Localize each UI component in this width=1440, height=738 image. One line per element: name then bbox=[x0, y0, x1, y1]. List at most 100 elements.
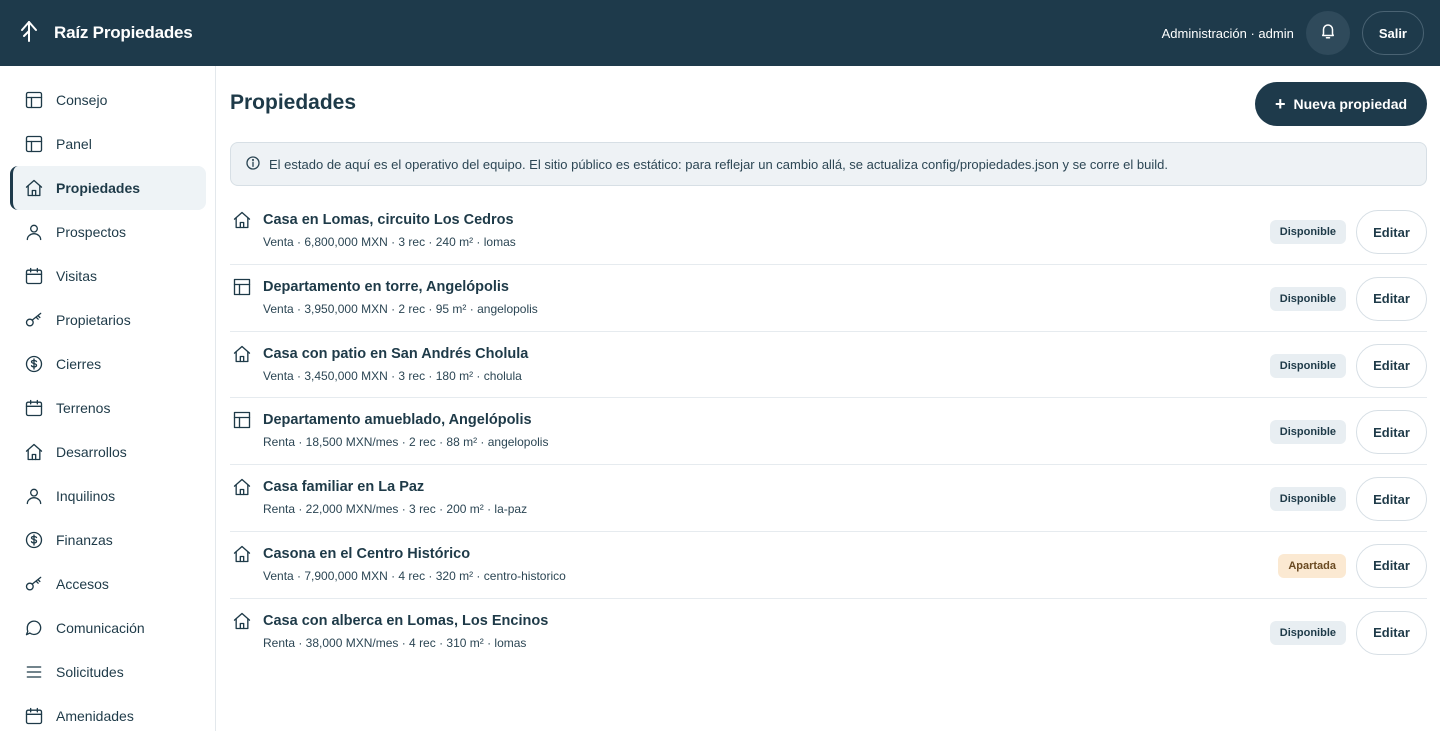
house-icon bbox=[13, 178, 44, 198]
user-icon bbox=[10, 222, 44, 242]
logo-icon bbox=[18, 19, 40, 48]
sidebar-item-desarrollos[interactable]: Desarrollos bbox=[10, 430, 206, 474]
status-badge: Disponible bbox=[1269, 353, 1346, 378]
calendar-icon bbox=[10, 398, 44, 418]
sidebar-item-label: Prospectos bbox=[56, 224, 127, 240]
sidebar-item-finanzas[interactable]: Finanzas bbox=[10, 518, 206, 562]
edit-button[interactable]: Editar bbox=[1356, 610, 1427, 655]
property-row: Casona en el Centro Histórico Venta · 7,9… bbox=[230, 532, 1427, 599]
sidebar-item-accesos[interactable]: Accesos bbox=[10, 562, 206, 606]
sidebar-item-label: Finanzas bbox=[56, 532, 113, 548]
sidebar-item-label: Terrenos bbox=[56, 400, 111, 416]
notice-text: El estado de aquí es el operativo del eq… bbox=[269, 156, 1168, 172]
sidebar-item-label: Amenidades bbox=[56, 708, 134, 724]
page-title: Propiedades bbox=[230, 91, 357, 114]
plus-icon: + bbox=[1274, 94, 1286, 114]
key-icon bbox=[10, 310, 44, 330]
house-icon bbox=[232, 477, 252, 497]
property-meta: Venta · 7,900,000 MXN · 4 rec · 320 m² ·… bbox=[263, 568, 566, 583]
edit-button[interactable]: Editar bbox=[1356, 543, 1427, 588]
dollar-icon bbox=[10, 354, 44, 374]
list-icon bbox=[10, 662, 44, 682]
property-title: Departamento en torre, Angelópolis bbox=[263, 278, 509, 295]
sidebar-item-label: Comunicación bbox=[56, 620, 145, 636]
sidebar-item-label: Inquilinos bbox=[56, 488, 116, 504]
sidebar-item-prospectos[interactable]: Prospectos bbox=[10, 210, 206, 254]
sidebar-item-label: Consejo bbox=[56, 92, 108, 108]
edit-button[interactable]: Editar bbox=[1356, 276, 1427, 321]
house-icon bbox=[232, 611, 252, 631]
new-property-label: Nueva propiedad bbox=[1293, 96, 1408, 112]
sidebar-item-cierres[interactable]: Cierres bbox=[10, 342, 206, 386]
property-row: Casa en Lomas, circuito Los Cedros Venta … bbox=[230, 198, 1427, 265]
property-meta: Venta · 6,800,000 MXN · 3 rec · 240 m² ·… bbox=[263, 235, 516, 249]
sidebar-item-label: Solicitudes bbox=[56, 664, 124, 680]
property-title: Casa con alberca en Lomas, Los Encinos bbox=[263, 612, 549, 629]
house-icon bbox=[232, 344, 252, 364]
user-icon bbox=[10, 486, 44, 506]
new-property-button[interactable]: + Nueva propiedad bbox=[1255, 82, 1427, 126]
property-row: Casa con patio en San Andrés Cholula Vent… bbox=[230, 332, 1427, 399]
status-badge: Disponible bbox=[1269, 220, 1346, 244]
sidebar-item-label: Desarrollos bbox=[56, 444, 127, 460]
layout-icon bbox=[10, 134, 44, 154]
sidebar-item-panel[interactable]: Panel bbox=[10, 122, 206, 166]
house-icon bbox=[232, 544, 252, 564]
status-badge: Disponible bbox=[1269, 420, 1346, 445]
sidebar-item-label: Accesos bbox=[56, 576, 109, 592]
calendar-icon bbox=[10, 706, 44, 726]
sidebar-item-amenidades[interactable]: Amenidades bbox=[10, 694, 206, 738]
status-badge: Disponible bbox=[1269, 286, 1346, 311]
property-row: Departamento en torre, Angelópolis Venta … bbox=[230, 265, 1427, 332]
sidebar-item-propiedades[interactable]: Propiedades bbox=[10, 166, 206, 210]
sidebar-item-visitas[interactable]: Visitas bbox=[10, 254, 206, 298]
building-icon bbox=[232, 410, 252, 430]
info-notice: El estado de aquí es el operativo del eq… bbox=[230, 142, 1427, 186]
building-icon bbox=[232, 277, 252, 297]
notifications-button[interactable] bbox=[1305, 11, 1350, 55]
house-icon bbox=[232, 210, 252, 230]
sidebar-item-terrenos[interactable]: Terrenos bbox=[10, 386, 206, 430]
top-bar: Raíz Propiedades Administración · admin … bbox=[0, 0, 1440, 66]
sidebar-item-propietarios[interactable]: Propietarios bbox=[10, 298, 206, 342]
sidebar: Consejo Panel Propiedades Prospectos Visitas… bbox=[0, 66, 216, 731]
property-meta: Renta · 18,500 MXN/mes · 2 rec · 88 m² ·… bbox=[263, 435, 549, 450]
layout-icon bbox=[10, 90, 44, 110]
sidebar-item-label: Panel bbox=[56, 136, 92, 152]
property-meta: Venta · 3,450,000 MXN · 3 rec · 180 m² ·… bbox=[263, 368, 522, 383]
bell-icon bbox=[1319, 22, 1337, 45]
property-title: Casona en el Centro Histórico bbox=[263, 545, 471, 562]
sidebar-item-solicitudes[interactable]: Solicitudes bbox=[10, 650, 206, 694]
edit-button[interactable]: Editar bbox=[1356, 210, 1427, 254]
edit-button[interactable]: Editar bbox=[1356, 410, 1427, 455]
property-row: Casa con alberca en Lomas, Los Encinos Re… bbox=[230, 599, 1427, 666]
brand-name: Raíz Propiedades bbox=[54, 23, 193, 42]
sidebar-item-label: Propiedades bbox=[56, 180, 141, 196]
property-title: Casa familiar en La Paz bbox=[263, 479, 425, 496]
sidebar-item-label: Visitas bbox=[56, 268, 97, 284]
edit-button[interactable]: Editar bbox=[1356, 343, 1427, 388]
chat-icon bbox=[10, 618, 44, 638]
property-meta: Renta · 22,000 MXN/mes · 3 rec · 200 m² … bbox=[263, 502, 528, 517]
status-badge: Disponible bbox=[1269, 487, 1346, 512]
sidebar-item-label: Propietarios bbox=[56, 312, 131, 328]
calendar-icon bbox=[10, 266, 44, 286]
key-icon bbox=[10, 574, 44, 594]
logout-button[interactable]: Salir bbox=[1361, 11, 1424, 55]
status-badge: Disponible bbox=[1269, 620, 1346, 645]
property-title: Casa con patio en San Andrés Cholula bbox=[263, 345, 529, 362]
user-role: Administración · admin bbox=[1161, 25, 1294, 41]
property-meta: Renta · 38,000 MXN/mes · 4 rec · 310 m² … bbox=[263, 635, 527, 650]
sidebar-item-label: Cierres bbox=[56, 356, 102, 372]
sidebar-item-comunicacion[interactable]: Comunicación bbox=[10, 606, 206, 650]
property-row: Departamento amueblado, Angelópolis Renta… bbox=[230, 398, 1427, 466]
property-row: Casa familiar en La Paz Renta · 22,000 MX… bbox=[230, 465, 1427, 532]
edit-button[interactable]: Editar bbox=[1356, 477, 1427, 522]
status-badge: Apartada bbox=[1278, 553, 1346, 578]
dollar-icon bbox=[10, 530, 44, 550]
sidebar-item-consejo[interactable]: Consejo bbox=[10, 78, 206, 122]
sidebar-item-inquilinos[interactable]: Inquilinos bbox=[10, 474, 206, 518]
info-icon bbox=[231, 155, 269, 174]
brand[interactable]: Raíz Propiedades bbox=[18, 19, 193, 48]
property-title: Casa en Lomas, circuito Los Cedros bbox=[263, 212, 514, 228]
